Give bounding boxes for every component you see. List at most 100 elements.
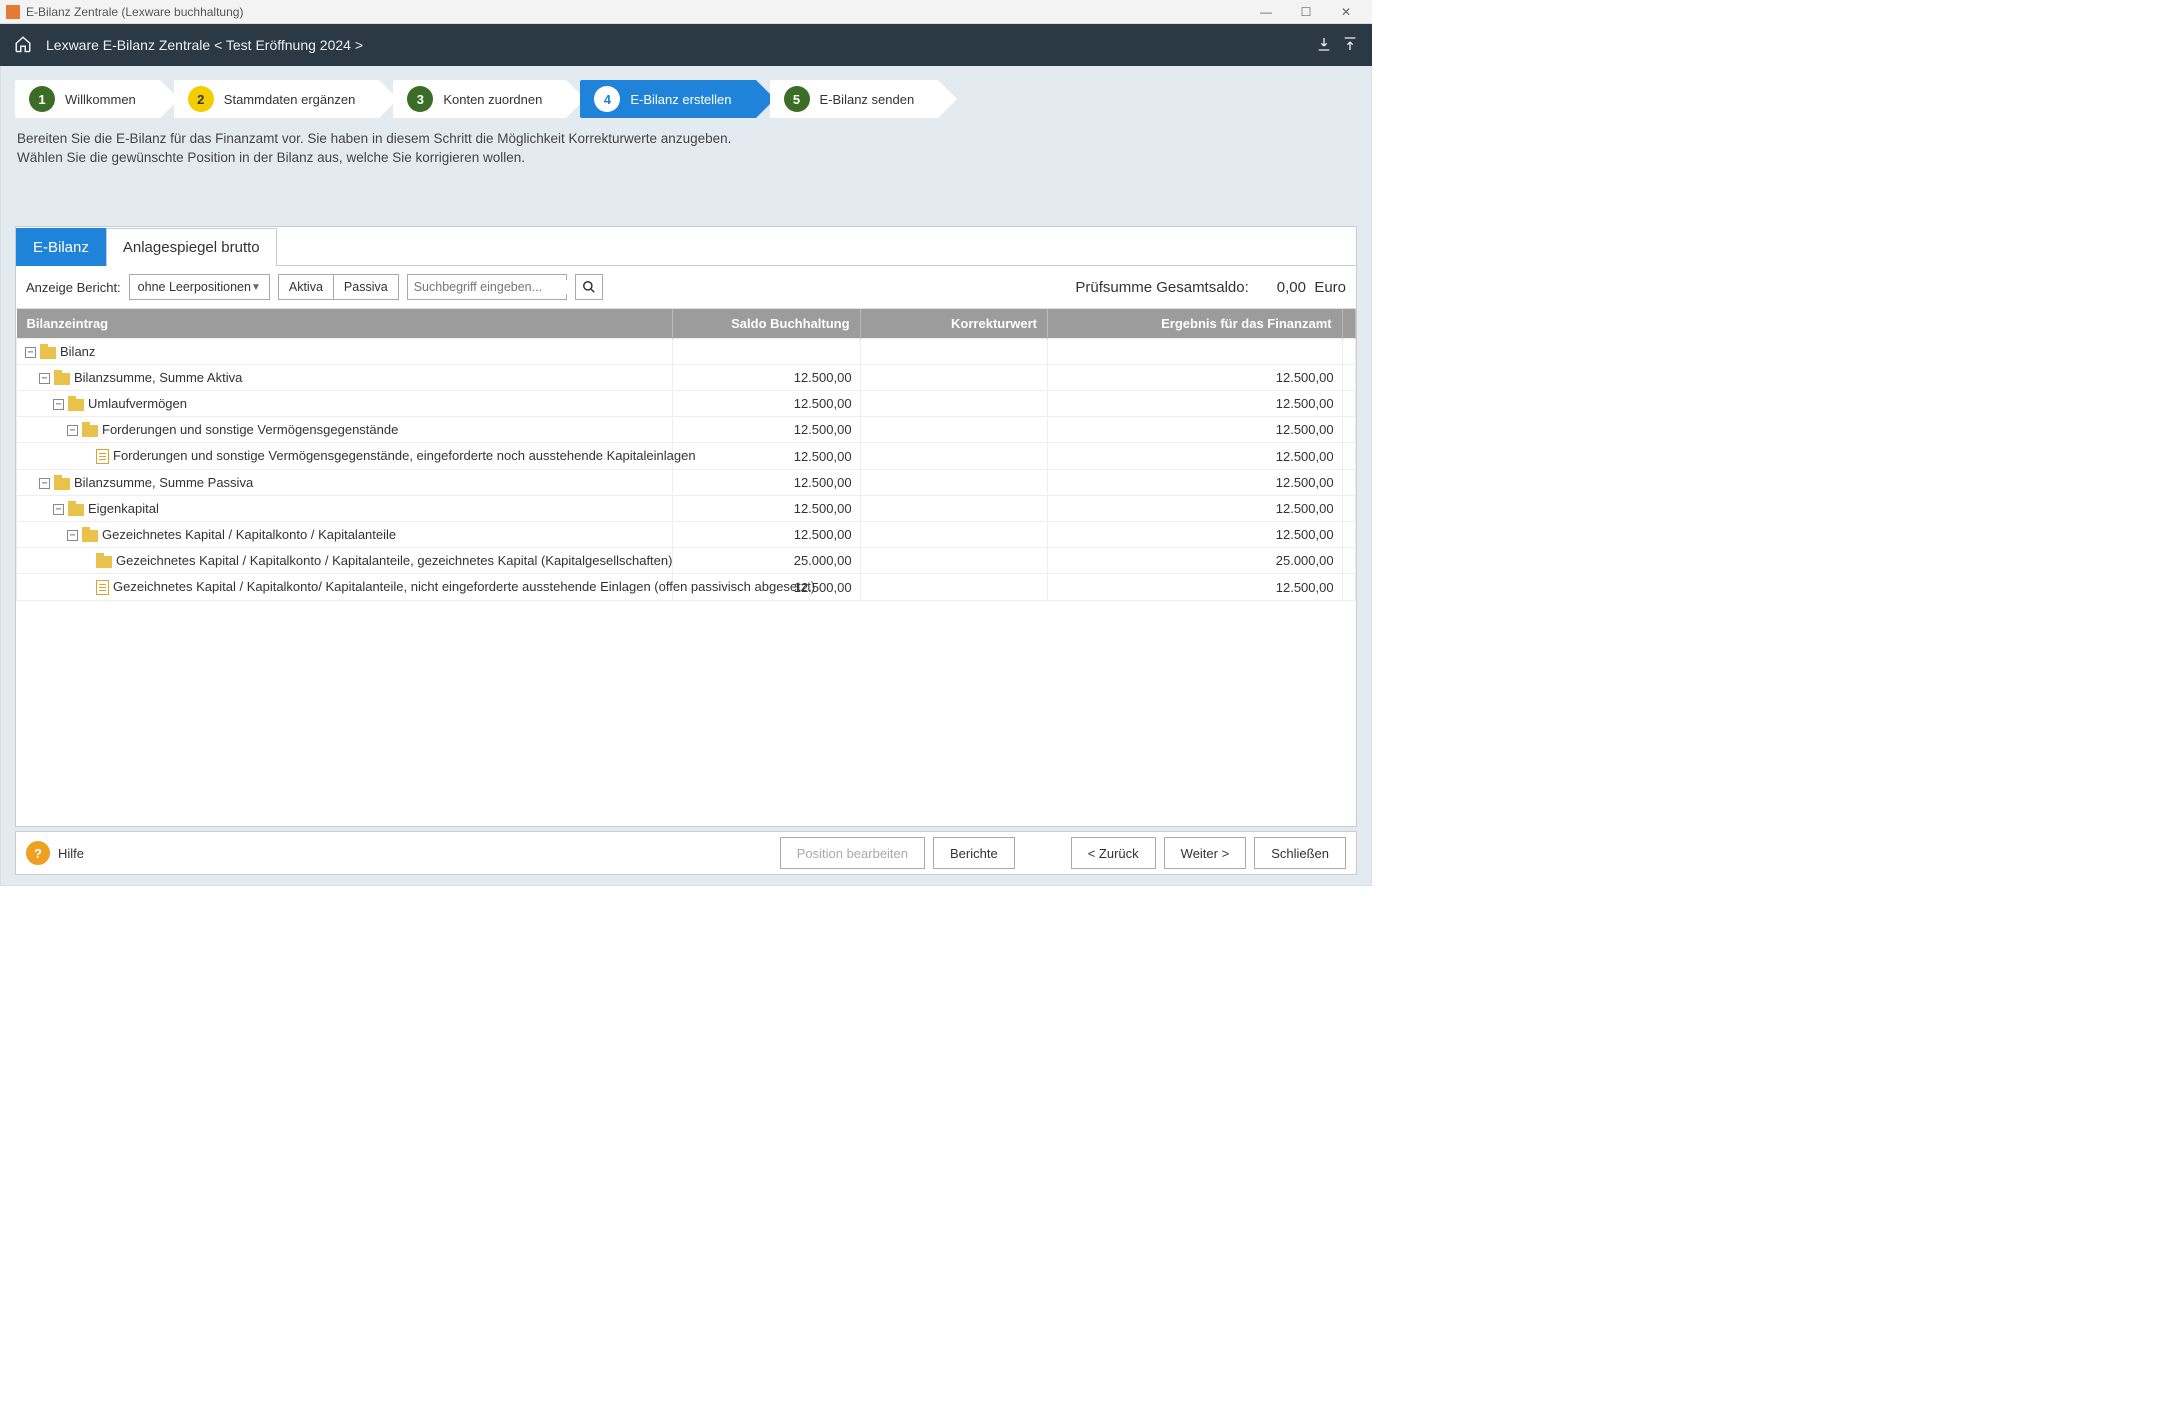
collapse-icon[interactable]: −: [39, 373, 50, 384]
row-label: Gezeichnetes Kapital / Kapitalkonto / Ka…: [102, 527, 396, 542]
collapse-icon[interactable]: −: [39, 478, 50, 489]
row-label: Umlaufvermögen: [88, 396, 187, 411]
app-logo-icon: [6, 5, 20, 19]
help-label[interactable]: Hilfe: [58, 846, 84, 861]
col-ergebnis[interactable]: Ergebnis für das Finanzamt: [1048, 309, 1343, 339]
wizard-step-4[interactable]: 4 E-Bilanz erstellen: [580, 80, 755, 118]
home-icon[interactable]: [14, 35, 32, 56]
cell-ergebnis: 12.500,00: [1048, 574, 1343, 601]
upload-icon[interactable]: [1342, 36, 1358, 55]
passiva-button[interactable]: Passiva: [334, 274, 399, 300]
toolbar: Anzeige Bericht: ohne Leerpositionen ▼ A…: [16, 266, 1356, 309]
cell-korrektur[interactable]: [860, 496, 1047, 522]
col-saldo[interactable]: Saldo Buchhaltung: [673, 309, 860, 339]
aktiva-button[interactable]: Aktiva: [278, 274, 334, 300]
row-label: Bilanzsumme, Summe Passiva: [74, 475, 253, 490]
cell-korrektur[interactable]: [860, 443, 1047, 470]
wizard-steps: 1Willkommen 2Stammdaten ergänzen 3Konten z…: [1, 66, 1371, 118]
collapse-icon[interactable]: −: [25, 347, 36, 358]
step-number: 4: [594, 86, 620, 112]
folder-icon: [82, 425, 98, 437]
reports-button[interactable]: Berichte: [933, 837, 1015, 869]
cell-saldo: 25.000,00: [673, 548, 860, 574]
search-input[interactable]: [414, 280, 575, 294]
collapse-icon[interactable]: −: [53, 399, 64, 410]
row-label: Bilanz: [60, 344, 95, 359]
report-select[interactable]: ohne Leerpositionen ▼: [129, 274, 270, 300]
cell-korrektur[interactable]: [860, 522, 1047, 548]
table-row[interactable]: −Umlaufvermögen12.500,0012.500,00: [17, 391, 1356, 417]
edit-position-button[interactable]: Position bearbeiten: [780, 837, 925, 869]
wizard-step-5[interactable]: 5E-Bilanz senden: [770, 80, 939, 118]
step-number: 2: [188, 86, 214, 112]
collapse-icon[interactable]: −: [67, 530, 78, 541]
col-spacer: [1342, 309, 1355, 339]
row-label: Bilanzsumme, Summe Aktiva: [74, 370, 242, 385]
folder-icon: [82, 530, 98, 542]
table-row[interactable]: −Bilanzsumme, Summe Aktiva12.500,0012.50…: [17, 365, 1356, 391]
table-row[interactable]: − Forderungen und sonstige Vermögensgegen…: [17, 417, 1356, 443]
cell-korrektur[interactable]: [860, 339, 1047, 365]
cell-korrektur[interactable]: [860, 365, 1047, 391]
step-label: E-Bilanz erstellen: [630, 92, 731, 107]
table-row[interactable]: Forderungen und sonstige Vermögensgegens…: [17, 443, 1356, 470]
row-label: Forderungen und sonstige Vermögensgegens…: [102, 422, 398, 437]
report-select-value: ohne Leerpositionen: [138, 280, 251, 294]
help-icon[interactable]: ?: [26, 841, 50, 865]
cell-ergebnis: 12.500,00: [1048, 443, 1343, 470]
search-button[interactable]: [575, 274, 603, 300]
close-window-button[interactable]: ✕: [1326, 0, 1366, 24]
minimize-button[interactable]: —: [1246, 0, 1286, 24]
cell-saldo: 12.500,00: [673, 443, 860, 470]
col-korrektur[interactable]: Korrekturwert: [860, 309, 1047, 339]
close-button[interactable]: Schließen: [1254, 837, 1346, 869]
main-panel: E-BilanzAnlagespiegel brutto Anzeige Ber…: [15, 226, 1357, 827]
collapse-icon[interactable]: −: [53, 504, 64, 515]
chevron-down-icon: ▼: [251, 282, 261, 293]
col-entry[interactable]: Bilanzeintrag: [17, 309, 673, 339]
table-row[interactable]: −Bilanzsumme, Summe Passiva12.500,0012.5…: [17, 470, 1356, 496]
wizard-step-1[interactable]: 1Willkommen: [15, 80, 160, 118]
folder-icon: [54, 373, 70, 385]
wizard-step-2[interactable]: 2Stammdaten ergänzen: [174, 80, 380, 118]
cell-korrektur[interactable]: [860, 417, 1047, 443]
maximize-button[interactable]: ☐: [1286, 0, 1326, 24]
table-row[interactable]: − Gezeichnetes Kapital / Kapitalkonto / K…: [17, 522, 1356, 548]
tab-bar: E-BilanzAnlagespiegel brutto: [16, 227, 1356, 266]
cell-ergebnis: 12.500,00: [1048, 391, 1343, 417]
cell-ergebnis: [1048, 339, 1343, 365]
cell-saldo: 12.500,00: [673, 365, 860, 391]
cell-korrektur[interactable]: [860, 574, 1047, 601]
cell-ergebnis: 12.500,00: [1048, 470, 1343, 496]
table-row[interactable]: Gezeichnetes Kapital / Kapitalkonto / Ka…: [17, 548, 1356, 574]
collapse-icon[interactable]: −: [67, 425, 78, 436]
window-titlebar: E-Bilanz Zentrale (Lexware buchhaltung) …: [0, 0, 1372, 24]
cell-ergebnis: 25.000,00: [1048, 548, 1343, 574]
table-row[interactable]: Gezeichnetes Kapital / Kapitalkonto/ Kap…: [17, 574, 1356, 601]
tab-anlagespiegel-brutto[interactable]: Anlagespiegel brutto: [106, 228, 277, 266]
footer-bar: ? Hilfe Position bearbeiten Berichte < Z…: [15, 831, 1357, 875]
tab-e-bilanz[interactable]: E-Bilanz: [16, 228, 106, 266]
breadcrumb: Lexware E-Bilanz Zentrale < Test Eröffnu…: [46, 37, 363, 53]
wizard-step-3[interactable]: 3Konten zuordnen: [393, 80, 566, 118]
next-button[interactable]: Weiter >: [1164, 837, 1247, 869]
bilanz-table: Bilanzeintrag Saldo Buchhaltung Korrektu…: [16, 309, 1356, 601]
folder-icon: [54, 478, 70, 490]
cell-korrektur[interactable]: [860, 470, 1047, 496]
document-icon: [96, 580, 109, 595]
step-label: E-Bilanz senden: [820, 92, 915, 107]
row-label: Eigenkapital: [88, 501, 159, 516]
cell-ergebnis: 12.500,00: [1048, 522, 1343, 548]
table-row[interactable]: −Eigenkapital12.500,0012.500,00: [17, 496, 1356, 522]
report-label: Anzeige Bericht:: [26, 280, 121, 295]
search-input-wrap[interactable]: ✕: [407, 274, 567, 300]
cell-korrektur[interactable]: [860, 391, 1047, 417]
cell-korrektur[interactable]: [860, 548, 1047, 574]
table-row[interactable]: − Bilanz: [17, 339, 1356, 365]
download-icon[interactable]: [1316, 36, 1332, 55]
step-number: 1: [29, 86, 55, 112]
cell-ergebnis: 12.500,00: [1048, 417, 1343, 443]
row-label: Forderungen und sonstige Vermögensgegens…: [113, 448, 696, 463]
app-header: Lexware E-Bilanz Zentrale < Test Eröffnu…: [0, 24, 1372, 66]
back-button[interactable]: < Zurück: [1071, 837, 1156, 869]
